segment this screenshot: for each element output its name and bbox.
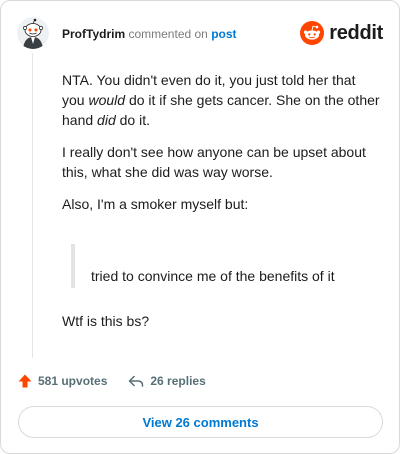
avatar[interactable] — [17, 17, 49, 49]
username-link[interactable]: ProfTydrim — [62, 27, 125, 41]
comment-header: ProfTydrim commented on post reddit — [17, 17, 385, 51]
thread-line — [32, 53, 33, 358]
blockquote-text: tried to convince me of the benefits of … — [91, 268, 335, 284]
blockquote: tried to convince me of the benefits of … — [71, 244, 371, 288]
comment-body: NTA. You didn't even do it, you just tol… — [62, 70, 380, 226]
view-comments-button[interactable]: View 26 comments — [18, 406, 383, 438]
upvote-count: 581 upvotes — [38, 374, 108, 388]
comment-actions: 581 upvotes 26 replies — [17, 371, 206, 391]
reddit-logo-icon — [300, 21, 325, 45]
byline: ProfTydrim commented on post — [62, 26, 237, 42]
upvote-icon — [18, 374, 32, 388]
upvote-button[interactable]: 581 upvotes — [17, 373, 107, 389]
comment-paragraph-2: I really don't see how anyone can be ups… — [62, 144, 366, 180]
comment-paragraph-1: NTA. You didn't even do it, you just tol… — [62, 72, 380, 128]
reddit-wordmark: reddit — [329, 21, 383, 44]
comment-card: ProfTydrim commented on post reddit NTA.… — [0, 0, 400, 454]
reply-icon — [129, 375, 144, 387]
comment-paragraph-3: Also, I'm a smoker myself but: — [62, 196, 249, 212]
commented-on-text: commented on — [128, 27, 208, 41]
avatar-icon — [17, 17, 49, 49]
post-link[interactable]: post — [211, 27, 236, 41]
replies-count: 26 replies — [150, 374, 206, 388]
reddit-brand[interactable]: reddit — [300, 19, 383, 47]
comment-paragraph-4: Wtf is this bs? — [62, 313, 150, 329]
replies-button[interactable]: 26 replies — [127, 373, 206, 389]
